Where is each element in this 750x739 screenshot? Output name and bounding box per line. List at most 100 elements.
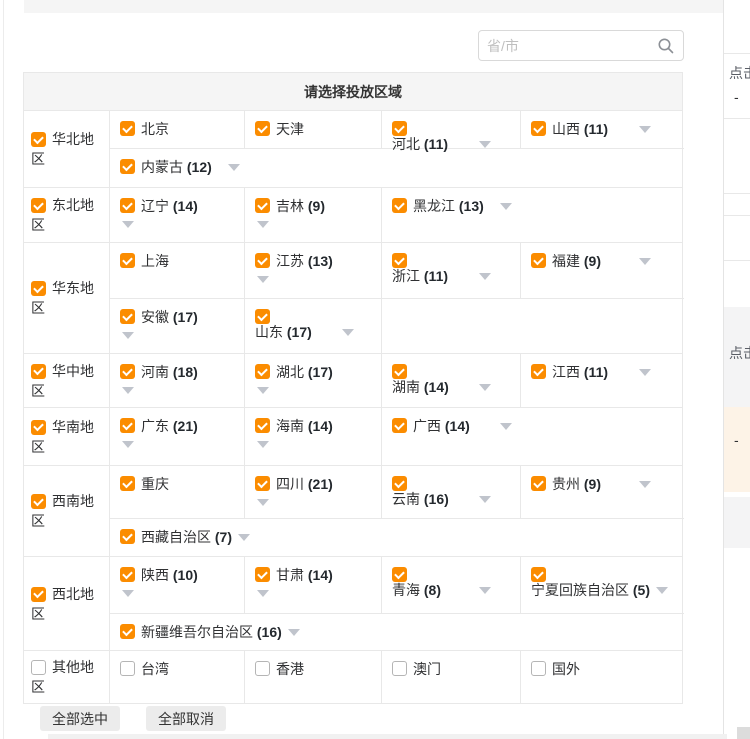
expand-caret-icon[interactable]	[500, 203, 512, 210]
search-input[interactable]	[487, 38, 657, 54]
province-search-box[interactable]	[478, 30, 684, 61]
province-cell[interactable]: 澳门	[382, 651, 521, 703]
province-checkbox[interactable]	[531, 567, 546, 582]
expand-caret-icon[interactable]	[238, 534, 250, 541]
expand-caret-icon[interactable]	[639, 258, 651, 265]
province-cell[interactable]: 辽宁 (14)	[110, 188, 245, 242]
province-checkbox[interactable]	[531, 476, 546, 491]
expand-caret-icon[interactable]	[479, 141, 491, 148]
expand-caret-icon[interactable]	[122, 590, 134, 597]
province-checkbox[interactable]	[255, 418, 270, 433]
region-cell[interactable]: 其他地区	[24, 651, 110, 703]
province-checkbox[interactable]	[392, 418, 407, 433]
province-checkbox[interactable]	[120, 364, 135, 379]
region-checkbox[interactable]	[31, 494, 46, 509]
expand-caret-icon[interactable]	[479, 384, 491, 391]
province-checkbox[interactable]	[255, 198, 270, 213]
expand-caret-icon[interactable]	[257, 221, 269, 228]
cancel-all-button[interactable]: 全部取消	[146, 706, 226, 731]
expand-caret-icon[interactable]	[479, 587, 491, 594]
province-cell[interactable]: 湖北 (17)	[245, 354, 382, 407]
select-all-button[interactable]: 全部选中	[40, 706, 120, 731]
region-checkbox[interactable]	[31, 281, 46, 296]
province-cell[interactable]: 北京	[110, 111, 245, 148]
province-cell[interactable]: 陕西 (10)	[110, 557, 245, 613]
province-cell[interactable]: 山西 (11)	[521, 111, 684, 148]
expand-caret-icon[interactable]	[257, 499, 269, 506]
province-cell[interactable]: 甘肃 (14)	[245, 557, 382, 613]
province-cell[interactable]: 江西 (11)	[521, 354, 684, 407]
province-cell[interactable]: 安徽 (17)	[110, 299, 245, 353]
expand-caret-icon[interactable]	[122, 441, 134, 448]
province-cell[interactable]: 广东 (21)	[110, 408, 245, 465]
province-checkbox[interactable]	[120, 661, 135, 676]
search-icon[interactable]	[657, 37, 675, 55]
province-cell[interactable]: 贵州 (9)	[521, 466, 684, 518]
province-cell[interactable]: 四川 (21)	[245, 466, 382, 518]
expand-caret-icon[interactable]	[639, 126, 651, 133]
province-cell[interactable]: 福建 (9)	[521, 243, 684, 298]
region-checkbox[interactable]	[31, 660, 46, 675]
province-checkbox[interactable]	[531, 253, 546, 268]
province-cell[interactable]: 广西 (14)	[382, 408, 684, 465]
province-checkbox[interactable]	[531, 364, 546, 379]
province-cell[interactable]: 河南 (18)	[110, 354, 245, 407]
region-cell[interactable]: 华东地区	[24, 243, 110, 353]
expand-caret-icon[interactable]	[479, 273, 491, 280]
province-checkbox[interactable]	[120, 309, 135, 324]
province-cell[interactable]: 上海	[110, 243, 245, 298]
province-checkbox[interactable]	[392, 121, 407, 136]
province-checkbox[interactable]	[255, 309, 270, 324]
province-cell[interactable]: 台湾	[110, 651, 245, 703]
province-cell[interactable]: 新疆维吾尔自治区 (16)	[110, 614, 684, 650]
expand-caret-icon[interactable]	[257, 590, 269, 597]
province-checkbox[interactable]	[120, 198, 135, 213]
province-cell[interactable]: 香港	[245, 651, 382, 703]
province-cell[interactable]: 宁夏回族自治区 (5)	[521, 557, 684, 613]
expand-caret-icon[interactable]	[639, 481, 651, 488]
province-cell[interactable]: 内蒙古 (12)	[110, 149, 684, 187]
province-cell[interactable]: 山东 (17)	[245, 299, 382, 353]
province-checkbox[interactable]	[392, 476, 407, 491]
province-checkbox[interactable]	[255, 476, 270, 491]
province-checkbox[interactable]	[120, 418, 135, 433]
region-cell[interactable]: 华北地区	[24, 111, 110, 187]
province-checkbox[interactable]	[392, 661, 407, 676]
region-cell[interactable]: 西南地区	[24, 466, 110, 556]
region-checkbox[interactable]	[31, 364, 46, 379]
province-checkbox[interactable]	[531, 121, 546, 136]
region-cell[interactable]: 华南地区	[24, 408, 110, 465]
province-checkbox[interactable]	[255, 567, 270, 582]
province-cell[interactable]: 湖南 (14)	[382, 354, 521, 407]
region-checkbox[interactable]	[31, 198, 46, 213]
province-checkbox[interactable]	[120, 253, 135, 268]
expand-caret-icon[interactable]	[342, 329, 354, 336]
region-cell[interactable]: 西北地区	[24, 557, 110, 650]
province-checkbox[interactable]	[255, 364, 270, 379]
province-checkbox[interactable]	[392, 253, 407, 268]
province-checkbox[interactable]	[120, 159, 135, 174]
region-checkbox[interactable]	[31, 587, 46, 602]
rail-link-text[interactable]: 点击	[729, 343, 750, 363]
province-checkbox[interactable]	[120, 529, 135, 544]
expand-caret-icon[interactable]	[228, 164, 240, 171]
region-cell[interactable]: 华中地区	[24, 354, 110, 407]
province-checkbox[interactable]	[255, 121, 270, 136]
province-checkbox[interactable]	[531, 661, 546, 676]
province-cell[interactable]: 重庆	[110, 466, 245, 518]
province-checkbox[interactable]	[120, 121, 135, 136]
expand-caret-icon[interactable]	[122, 387, 134, 394]
expand-caret-icon[interactable]	[500, 423, 512, 430]
province-checkbox[interactable]	[120, 567, 135, 582]
province-cell[interactable]: 海南 (14)	[245, 408, 382, 465]
expand-caret-icon[interactable]	[122, 332, 134, 339]
region-cell[interactable]: 东北地区	[24, 188, 110, 242]
province-checkbox[interactable]	[120, 624, 135, 639]
expand-caret-icon[interactable]	[257, 441, 269, 448]
province-cell[interactable]: 国外	[521, 651, 684, 703]
province-cell[interactable]: 江苏 (13)	[245, 243, 382, 298]
province-checkbox[interactable]	[392, 198, 407, 213]
expand-caret-icon[interactable]	[479, 496, 491, 503]
region-checkbox[interactable]	[31, 132, 46, 147]
expand-caret-icon[interactable]	[257, 276, 269, 283]
